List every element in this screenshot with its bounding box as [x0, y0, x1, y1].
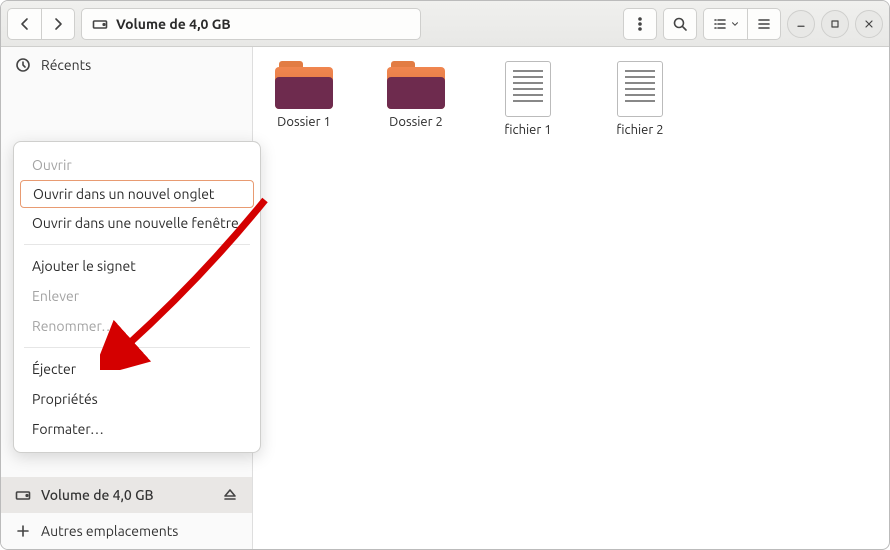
forward-button[interactable]: [41, 8, 75, 40]
folder-item[interactable]: Dossier 1: [261, 61, 347, 137]
path-bar[interactable]: Volume de 4,0 GB: [81, 8, 421, 40]
actions-menu-button[interactable]: [623, 8, 657, 40]
file-label: Dossier 2: [389, 115, 443, 129]
context-menu: Ouvrir Ouvrir dans un nouvel onglet Ouvr…: [13, 141, 261, 453]
search-icon: [672, 16, 688, 32]
menu-item-remove: Enlever: [14, 281, 260, 311]
file-item[interactable]: fichier 1: [485, 61, 571, 137]
sidebar-item-volume[interactable]: Volume de 4,0 GB: [1, 477, 252, 513]
drive-icon: [92, 16, 108, 32]
nav-buttons: [7, 8, 75, 40]
kebab-icon: [632, 16, 648, 32]
document-icon: [617, 61, 663, 117]
maximize-button[interactable]: [821, 10, 849, 38]
hamburger-menu-button[interactable]: [747, 8, 781, 40]
menu-item-properties[interactable]: Propriétés: [14, 384, 260, 414]
body: Récents Volume de 4,0 GB Autres emplacem…: [1, 47, 889, 549]
menu-item-eject[interactable]: Éjecter: [14, 354, 260, 384]
close-icon: [863, 18, 875, 30]
menu-separator: [24, 347, 250, 348]
sidebar-item-label: Autres emplacements: [41, 523, 178, 539]
sidebar-item-label: Récents: [41, 57, 91, 73]
view-switcher: [703, 8, 781, 40]
file-grid: Dossier 1 Dossier 2 fichier 1 fichier 2: [253, 47, 889, 549]
sidebar-item-label: Volume de 4,0 GB: [41, 487, 154, 503]
search-button[interactable]: [663, 8, 697, 40]
plus-icon: [15, 523, 31, 539]
list-view-button[interactable]: [703, 8, 747, 40]
file-item[interactable]: fichier 2: [597, 61, 683, 137]
headerbar: Volume de 4,0 GB: [1, 1, 889, 47]
menu-item-open-tab[interactable]: Ouvrir dans un nouvel onglet: [20, 180, 254, 208]
chevron-down-icon: [730, 16, 740, 32]
minimize-icon: [795, 18, 807, 30]
document-icon: [505, 61, 551, 117]
file-label: Dossier 1: [277, 115, 331, 129]
sidebar-item-recent[interactable]: Récents: [1, 47, 252, 83]
folder-icon: [275, 61, 333, 109]
back-button[interactable]: [7, 8, 41, 40]
minimize-button[interactable]: [787, 10, 815, 38]
chevron-left-icon: [17, 16, 33, 32]
path-label: Volume de 4,0 GB: [116, 16, 231, 32]
close-button[interactable]: [855, 10, 883, 38]
menu-item-format[interactable]: Formater…: [14, 414, 260, 444]
folder-icon: [387, 61, 445, 109]
maximize-icon: [829, 18, 841, 30]
file-label: fichier 1: [504, 123, 551, 137]
sidebar-item-other-locations[interactable]: Autres emplacements: [1, 513, 252, 549]
eject-icon[interactable]: [222, 487, 238, 503]
file-manager-window: Volume de 4,0 GB Récents Volume de 4,0 G…: [0, 0, 890, 550]
file-label: fichier 2: [616, 123, 663, 137]
drive-icon: [15, 487, 31, 503]
list-icon: [712, 16, 728, 32]
menu-item-open: Ouvrir: [14, 150, 260, 180]
chevron-right-icon: [50, 16, 66, 32]
folder-item[interactable]: Dossier 2: [373, 61, 459, 137]
menu-separator: [24, 244, 250, 245]
menu-item-bookmark[interactable]: Ajouter le signet: [14, 251, 260, 281]
hamburger-icon: [756, 16, 772, 32]
menu-item-open-window[interactable]: Ouvrir dans une nouvelle fenêtre: [14, 208, 260, 238]
clock-icon: [15, 57, 31, 73]
menu-item-rename: Renommer…: [14, 311, 260, 341]
